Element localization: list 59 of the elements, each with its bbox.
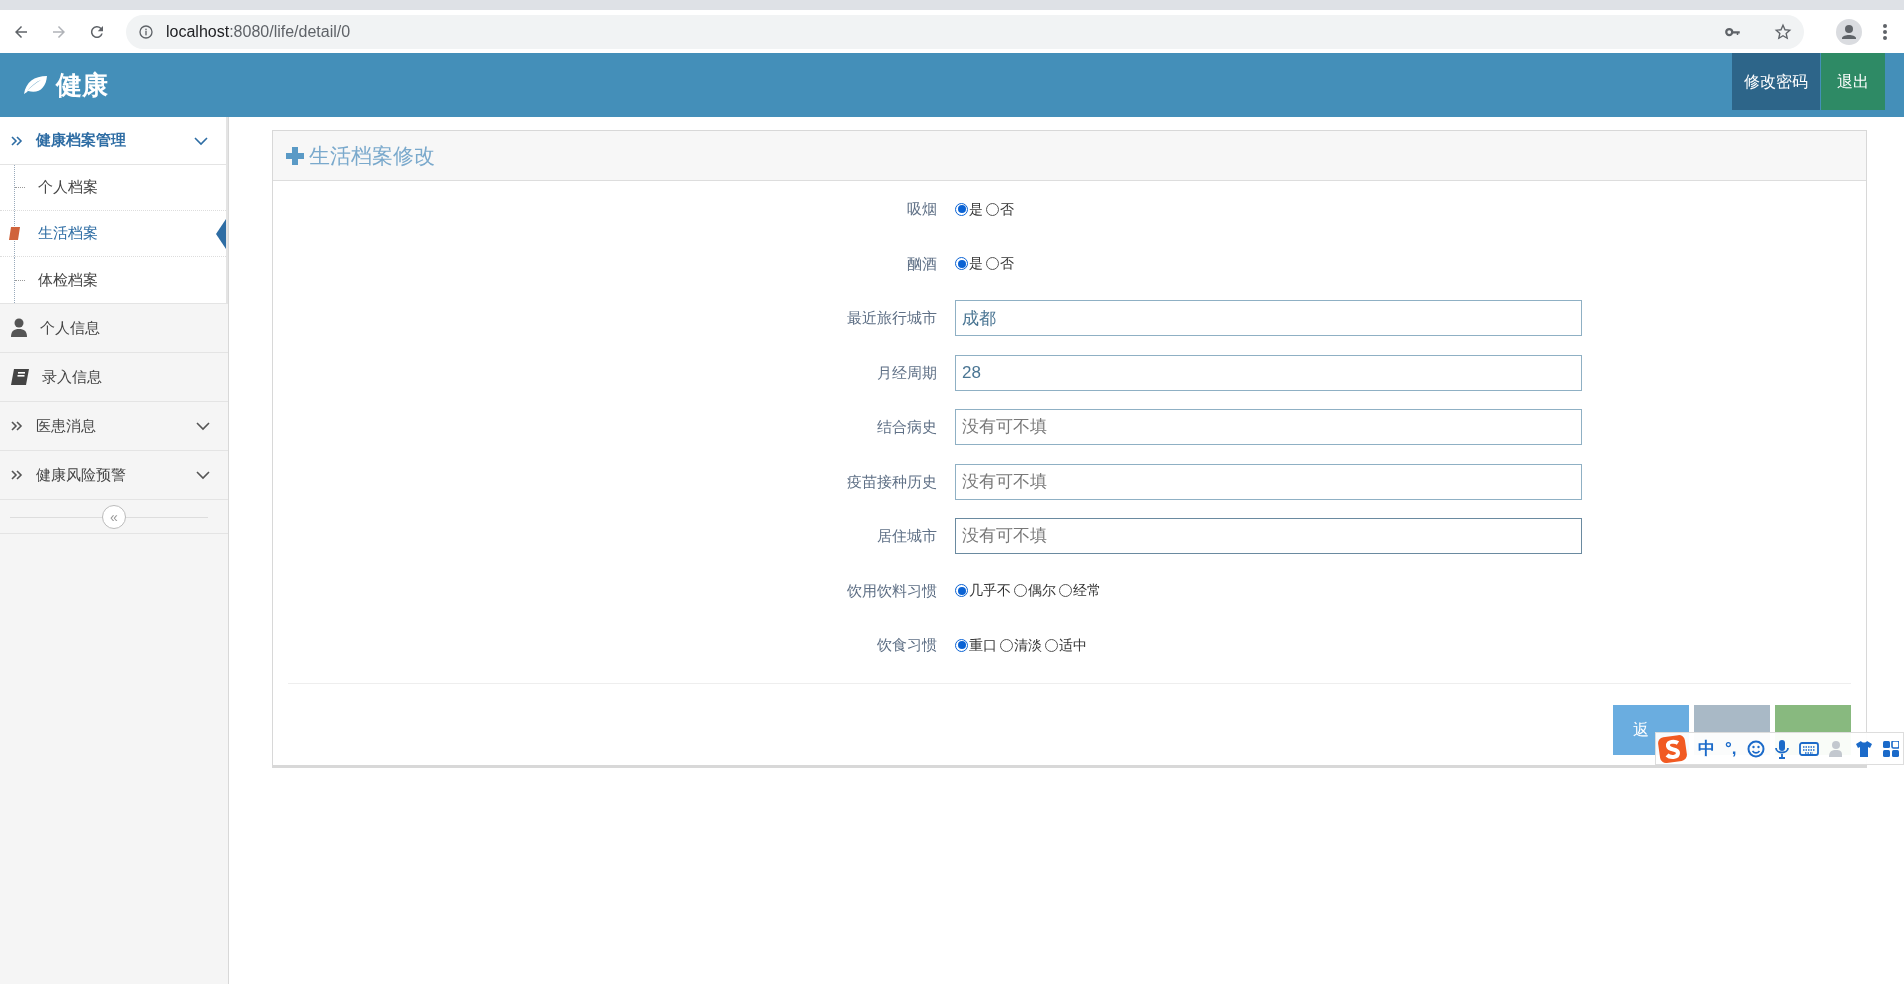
book-icon <box>8 227 20 240</box>
radio-option[interactable]: 清淡 <box>1000 634 1042 656</box>
star-icon[interactable] <box>1774 22 1792 41</box>
microphone-icon[interactable] <box>1774 738 1789 759</box>
radio-option[interactable]: 否 <box>986 253 1014 275</box>
header-button[interactable]: 退出 <box>1821 53 1885 110</box>
url-text: localhost:8080/life/detail/0 <box>166 21 351 42</box>
sidebar-subitem[interactable]: 体检档案 <box>0 257 226 303</box>
radio-option[interactable]: 经常 <box>1059 580 1101 602</box>
header-button[interactable]: 修改密码 <box>1732 53 1820 110</box>
s-logo-icon[interactable] <box>1658 733 1688 764</box>
user-icon <box>10 318 28 338</box>
sidebar-subitem[interactable]: 个人档案 <box>0 165 226 211</box>
sidebar-item[interactable]: 健康风险预警 <box>0 451 228 499</box>
keyboard-icon[interactable] <box>1798 741 1819 756</box>
field-label: 酗酒 <box>906 253 938 274</box>
radio-option[interactable]: 是 <box>955 198 983 220</box>
field-label: 疫苗接种历史 <box>846 471 938 492</box>
book-icon <box>10 368 30 386</box>
sidebar-item[interactable]: 个人信息 <box>0 304 228 352</box>
ime-mode-text[interactable]: 中 <box>1698 735 1715 762</box>
input-field[interactable]: 成都 <box>955 300 1582 337</box>
double-chevron-icon <box>10 419 24 433</box>
plus-icon <box>285 145 305 166</box>
field-label: 最近旅行城市 <box>846 308 938 328</box>
field-label: 结合病史 <box>876 417 938 437</box>
sidebar-subitem[interactable]: 生活档案 <box>0 211 226 257</box>
sidebar-item[interactable]: 医患消息 <box>0 402 228 450</box>
radio-option[interactable]: 重口 <box>955 634 997 656</box>
info-icon <box>138 23 154 40</box>
input-field[interactable]: 28 <box>955 354 1582 391</box>
sidebar-item[interactable]: 录入信息 <box>0 353 228 401</box>
radio-option[interactable]: 是 <box>955 253 983 275</box>
field-label: 月经周期 <box>876 362 938 383</box>
panel-title: 生活档案修改 <box>309 142 435 169</box>
leaf-icon <box>22 74 48 96</box>
avatar-icon[interactable] <box>1836 18 1862 45</box>
field-label: 饮用饮料习惯 <box>846 580 938 601</box>
input-field[interactable]: 没有可不填 <box>955 409 1582 446</box>
radio-option[interactable]: 几乎不 <box>955 580 1011 602</box>
double-chevron-icon <box>10 133 24 148</box>
shirt-icon[interactable] <box>1854 739 1873 758</box>
active-pointer-icon <box>216 218 226 249</box>
radio-option[interactable]: 偶尔 <box>1014 580 1056 602</box>
field-label: 饮食习惯 <box>876 635 938 655</box>
more-icon[interactable] <box>1882 22 1888 41</box>
radio-option[interactable]: 否 <box>986 198 1014 220</box>
field-label: 居住城市 <box>876 526 938 546</box>
grid-icon[interactable] <box>1882 740 1899 757</box>
field-label: 吸烟 <box>906 199 938 219</box>
double-chevron-icon <box>10 468 24 482</box>
sidebar-item[interactable]: 健康档案管理 <box>0 117 226 165</box>
input-field[interactable]: 没有可不填 <box>955 518 1582 555</box>
radio-option[interactable]: 适中 <box>1045 634 1087 656</box>
smiley-icon[interactable] <box>1746 739 1765 758</box>
ime-punct-text[interactable]: °, <box>1725 735 1737 762</box>
app-logo-text: 健康 <box>56 68 108 102</box>
address-bar[interactable]: localhost:8080/life/detail/0 <box>126 14 1804 49</box>
input-field[interactable]: 没有可不填 <box>955 463 1582 500</box>
